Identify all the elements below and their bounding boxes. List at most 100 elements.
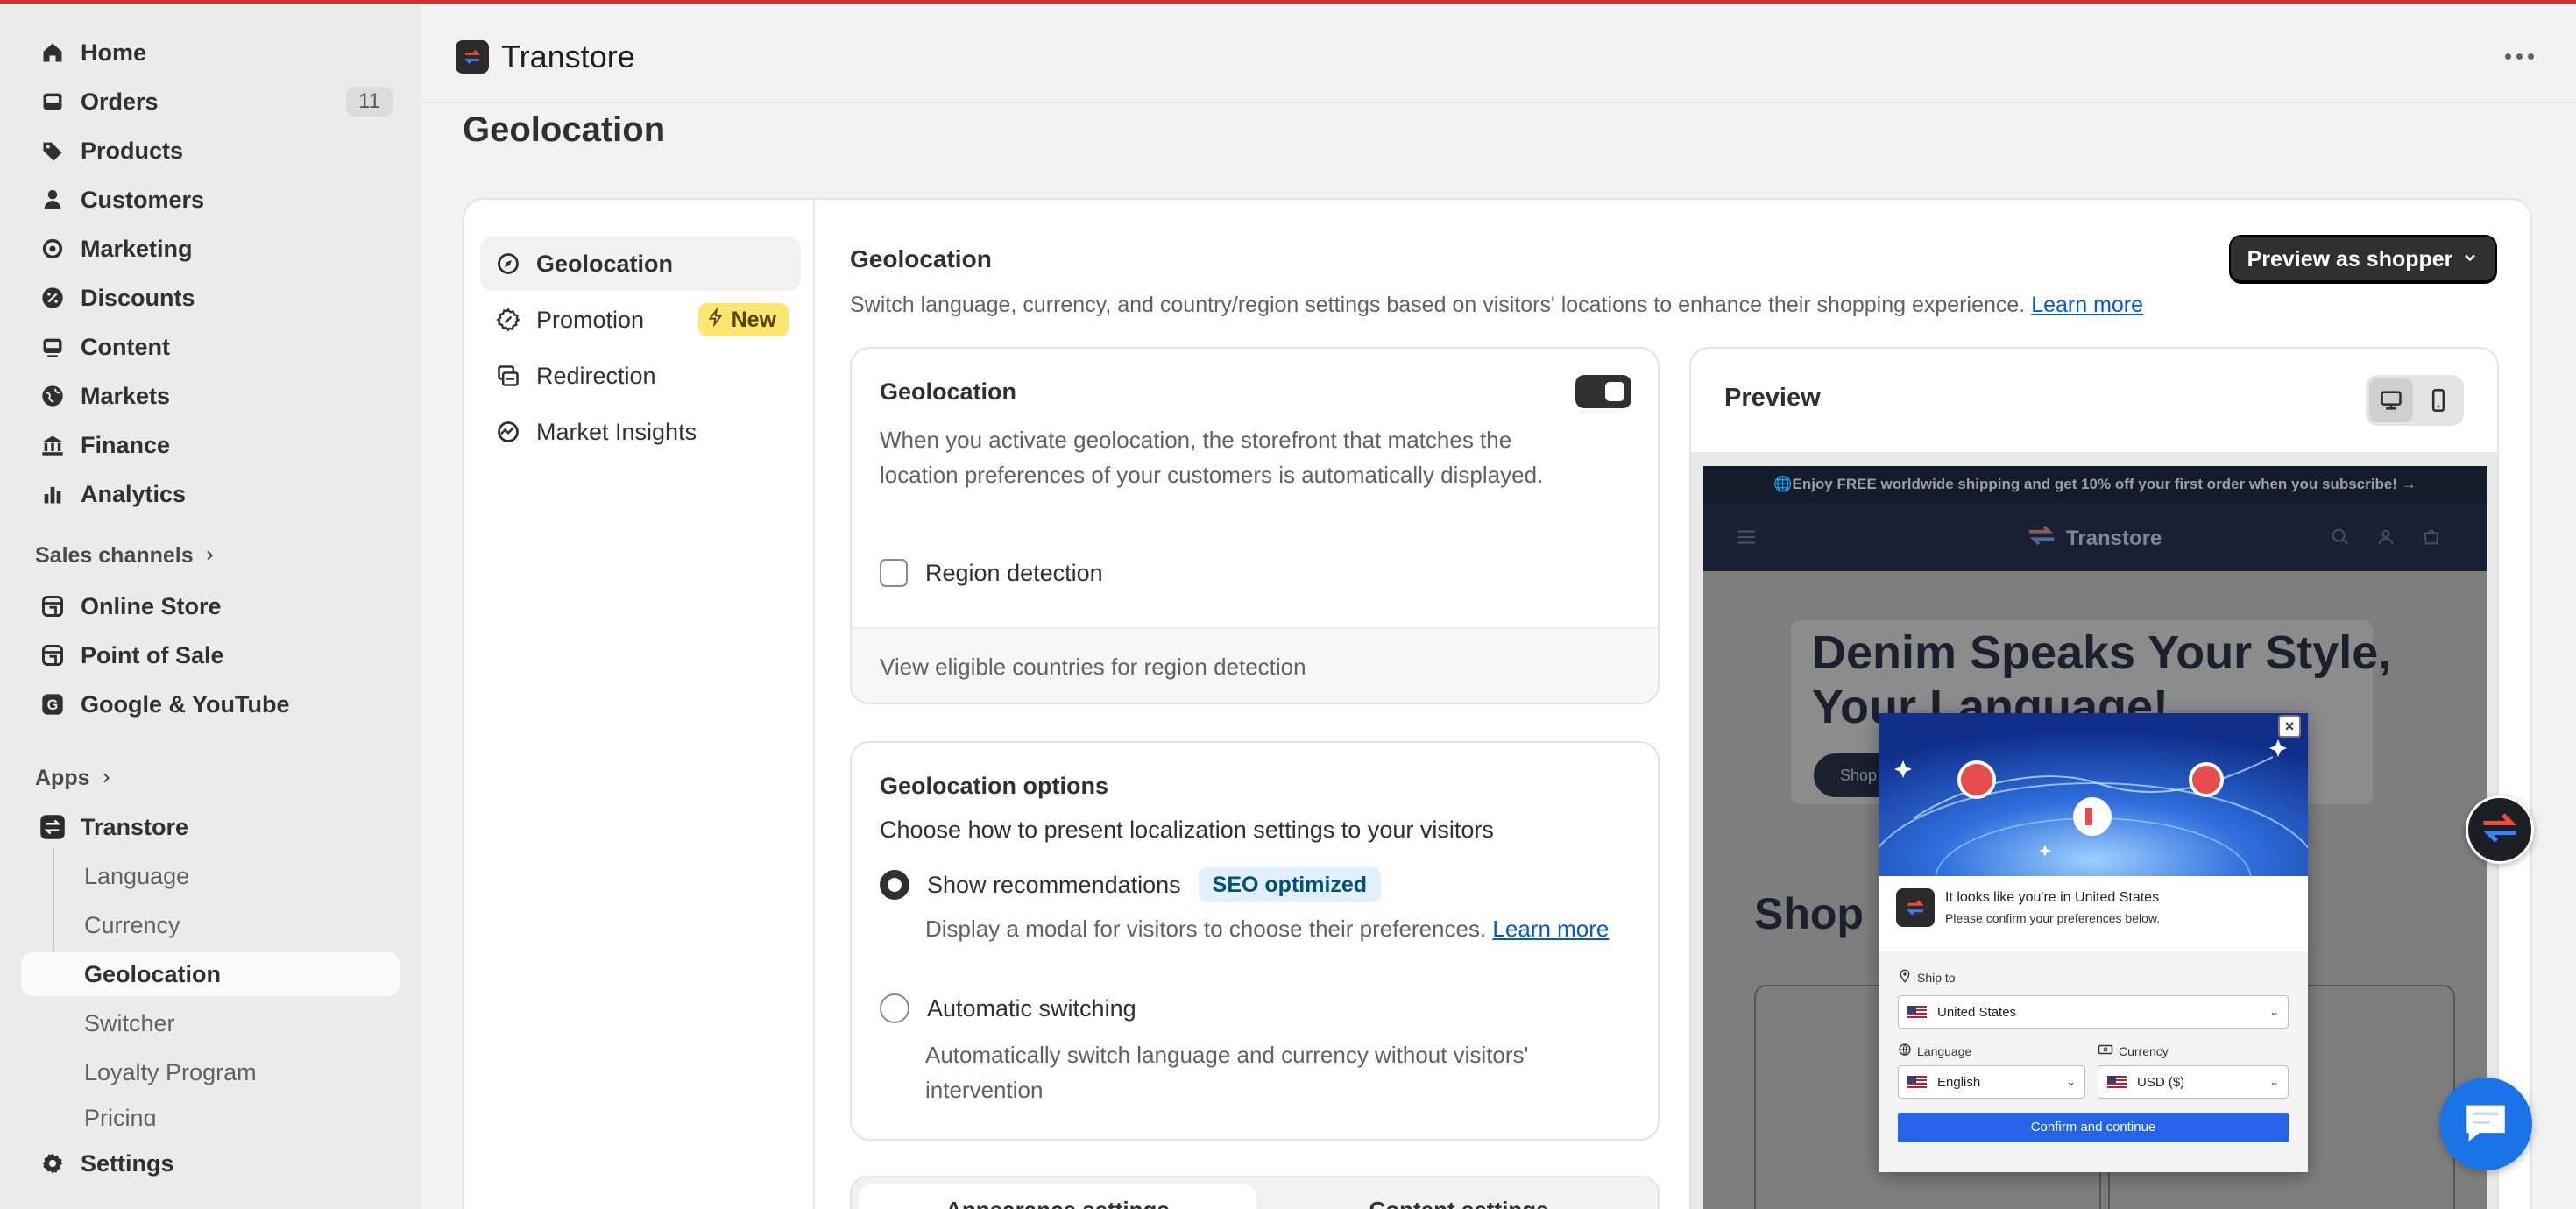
modal-form: Ship to United States ⌄ Language Currenc… — [1879, 951, 2308, 1172]
redirect-icon — [492, 360, 524, 392]
tab-redirection[interactable]: Redirection — [480, 349, 801, 403]
chevron-down-icon: ⌄ — [2066, 1075, 2076, 1088]
home-icon — [35, 35, 70, 70]
discount-icon — [35, 280, 70, 315]
sidebar-item-settings[interactable]: Settings — [21, 1142, 400, 1184]
lightning-icon — [707, 306, 725, 333]
sidebar-subitem-switcher[interactable]: Switcher — [21, 1001, 400, 1045]
sidebar-subitem-pricing[interactable]: Pricing — [21, 1099, 400, 1126]
learn-more-link[interactable]: Learn more — [2031, 293, 2143, 317]
chevron-down-icon: ⌄ — [2269, 1075, 2279, 1088]
chat-bubble-icon — [2460, 1099, 2511, 1150]
modal-line2: Please confirm your preferences below. — [1945, 911, 2161, 925]
currency-select[interactable]: USD ($) ⌄ — [2098, 1065, 2289, 1099]
sidebar-item-label: Google & YouTube — [81, 690, 290, 718]
apps-header[interactable]: Apps — [35, 766, 113, 791]
option-show-recommendations[interactable]: Show recommendations SEO optimized — [880, 867, 1382, 902]
sidebar-item-label: Customers — [81, 186, 205, 213]
preview-as-shopper-button[interactable]: Preview as shopper — [2229, 235, 2497, 284]
sidebar-item-home[interactable]: Home — [21, 32, 400, 74]
sidebar-subitem-currency[interactable]: Currency — [21, 903, 400, 947]
more-actions-button[interactable] — [2497, 39, 2541, 74]
modal-message: It looks like you're in United States Pl… — [1896, 888, 2160, 927]
sidebar-item-label: Point of Sale — [81, 641, 224, 668]
currency-label-text: Currency — [2119, 1043, 2169, 1058]
sidebar-subitem-loyalty-program[interactable]: Loyalty Program — [21, 1050, 400, 1094]
desktop-icon[interactable] — [2369, 378, 2413, 422]
sidebar-item-markets[interactable]: Markets — [21, 375, 400, 417]
sidebar-item-analytics[interactable]: Analytics — [21, 473, 400, 515]
cart-icon — [2422, 527, 2441, 551]
sidebar-item-transtore[interactable]: Transtore — [21, 806, 400, 848]
sidebar-item-label: Home — [81, 39, 147, 66]
language-select[interactable]: English ⌄ — [1898, 1065, 2085, 1099]
mobile-icon[interactable] — [2417, 378, 2460, 422]
radio-show-recommendations[interactable] — [880, 870, 909, 900]
sidebar-subitem-language[interactable]: Language — [21, 854, 400, 898]
device-toggle — [2366, 375, 2464, 426]
tab-content-settings[interactable]: Content settings — [1263, 1184, 1654, 1209]
option-automatic-switching[interactable]: Automatic switching — [880, 993, 1136, 1023]
globe-illustration-icon — [1879, 713, 2308, 876]
bank-icon — [35, 428, 70, 463]
language-value: English — [1937, 1074, 1981, 1090]
chevron-down-icon — [2461, 247, 2479, 272]
section-title: Geolocation — [850, 245, 992, 272]
region-detection-checkbox[interactable] — [880, 559, 908, 587]
transtore-logo-icon — [1896, 888, 1935, 927]
sidebar-item-point-of-sale[interactable]: Point of Sale — [21, 634, 400, 676]
modal-close-icon[interactable]: × — [2278, 715, 2301, 738]
sidebar-item-label: Transtore — [81, 813, 189, 840]
chat-button[interactable] — [2439, 1078, 2532, 1170]
us-flag-icon — [1907, 1006, 1927, 1018]
content-icon — [35, 329, 70, 364]
radio-automatic-switching[interactable] — [880, 993, 909, 1023]
sidebar-item-google-youtube[interactable]: G Google & YouTube — [21, 683, 400, 725]
geolocation-options-card: Geolocation options Choose how to presen… — [850, 741, 1660, 1141]
language-label: Language — [1898, 1043, 1971, 1059]
confirm-and-continue-button[interactable]: Confirm and continue — [1898, 1113, 2289, 1142]
eligible-countries-link[interactable]: View eligible countries for region detec… — [880, 654, 1306, 681]
option-description-text: Display a modal for visitors to choose t… — [925, 916, 1487, 942]
sidebar-subitem-label: Switcher — [84, 1009, 175, 1036]
sidebar-item-label: Products — [81, 137, 184, 164]
tab-promotion[interactable]: Promotion New — [480, 293, 801, 347]
settings-left-nav: Geolocation Promotion New Redirection Ma… — [464, 200, 815, 1209]
tab-market-insights[interactable]: Market Insights — [480, 405, 801, 459]
learn-more-link[interactable]: Learn more — [1492, 916, 1609, 942]
store-icon — [35, 589, 70, 624]
ship-to-select[interactable]: United States ⌄ — [1898, 995, 2289, 1029]
page-title: Geolocation — [463, 110, 666, 149]
chevron-right-icon — [202, 543, 216, 569]
person-icon — [35, 182, 70, 217]
currency-icon — [2098, 1043, 2113, 1059]
sidebar-subitem-geolocation[interactable]: Geolocation — [21, 952, 400, 996]
tab-appearance-settings[interactable]: Appearance settings — [859, 1184, 1256, 1209]
sidebar-item-marketing[interactable]: Marketing — [21, 228, 400, 270]
sidebar-item-label: Orders — [81, 88, 159, 115]
sidebar-item-online-store[interactable]: Online Store — [21, 585, 400, 627]
globe-icon — [1898, 1043, 1912, 1059]
sidebar-item-finance[interactable]: Finance — [21, 424, 400, 466]
language-label-text: Language — [1917, 1043, 1972, 1058]
sidebar-item-customers[interactable]: Customers — [21, 179, 400, 221]
sidebar-subitem-label: Loyalty Program — [84, 1058, 257, 1085]
eligible-countries-row[interactable]: View eligible countries for region detec… — [852, 627, 1658, 703]
sidebar-item-discounts[interactable]: Discounts — [21, 277, 400, 319]
sidebar-item-content[interactable]: Content — [21, 326, 400, 368]
geolocation-toggle[interactable] — [1575, 375, 1631, 408]
geolocation-card: Geolocation When you activate geolocatio… — [850, 347, 1660, 704]
tab-label: Geolocation — [536, 250, 674, 277]
card-title: Geolocation options — [880, 773, 1108, 799]
orders-count-badge: 11 — [346, 87, 393, 117]
sales-channels-header[interactable]: Sales channels — [35, 543, 216, 569]
sidebar-item-orders[interactable]: Orders 11 — [21, 81, 400, 123]
menu-icon — [1735, 526, 1758, 553]
sidebar-item-products[interactable]: Products — [21, 130, 400, 172]
region-detection-row: Region detection — [880, 559, 1103, 587]
tab-geolocation[interactable]: Geolocation — [480, 237, 801, 291]
sidebar-item-label: Discounts — [81, 284, 195, 311]
globe-icon — [35, 378, 70, 414]
sidebar-subitem-label: Pricing — [84, 1105, 157, 1126]
transtore-floating-button[interactable] — [2466, 795, 2534, 864]
